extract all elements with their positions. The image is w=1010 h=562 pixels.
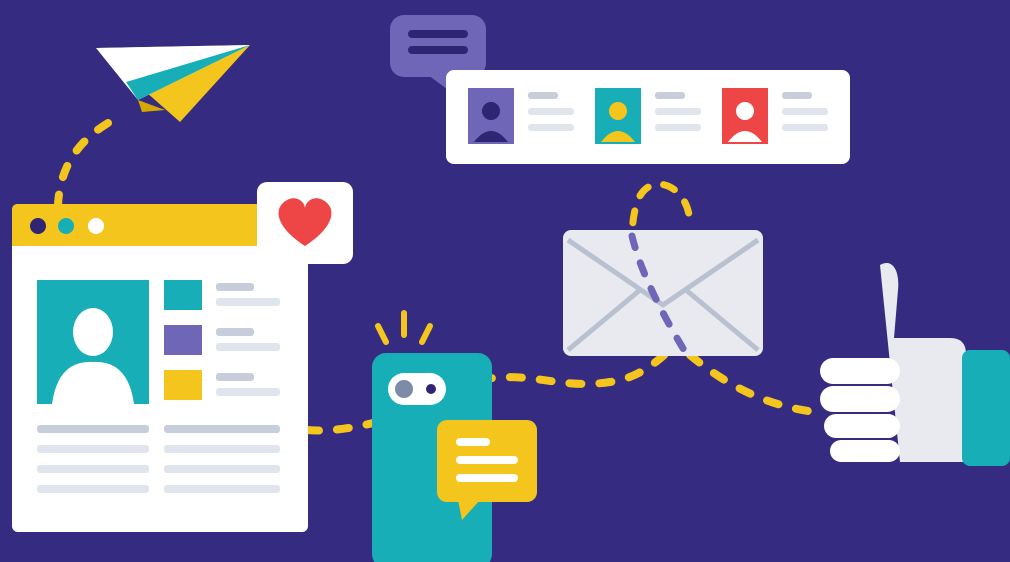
window-dot-2 <box>58 218 74 234</box>
contact-cards-panel <box>446 70 850 164</box>
path-plane-to-browser <box>54 119 112 209</box>
window-dot-1 <box>30 218 46 234</box>
thumb-cuff <box>962 350 1010 466</box>
illustration-canvas <box>12 15 1010 562</box>
envelope-icon <box>563 230 763 356</box>
window-dot-3 <box>88 218 104 234</box>
phone-ring-lines <box>375 310 433 345</box>
social-media-illustration <box>0 0 1010 562</box>
thumbs-up-icon <box>820 262 1010 466</box>
paper-plane-icon <box>96 45 250 122</box>
path-envelope-to-thumb <box>686 351 819 416</box>
